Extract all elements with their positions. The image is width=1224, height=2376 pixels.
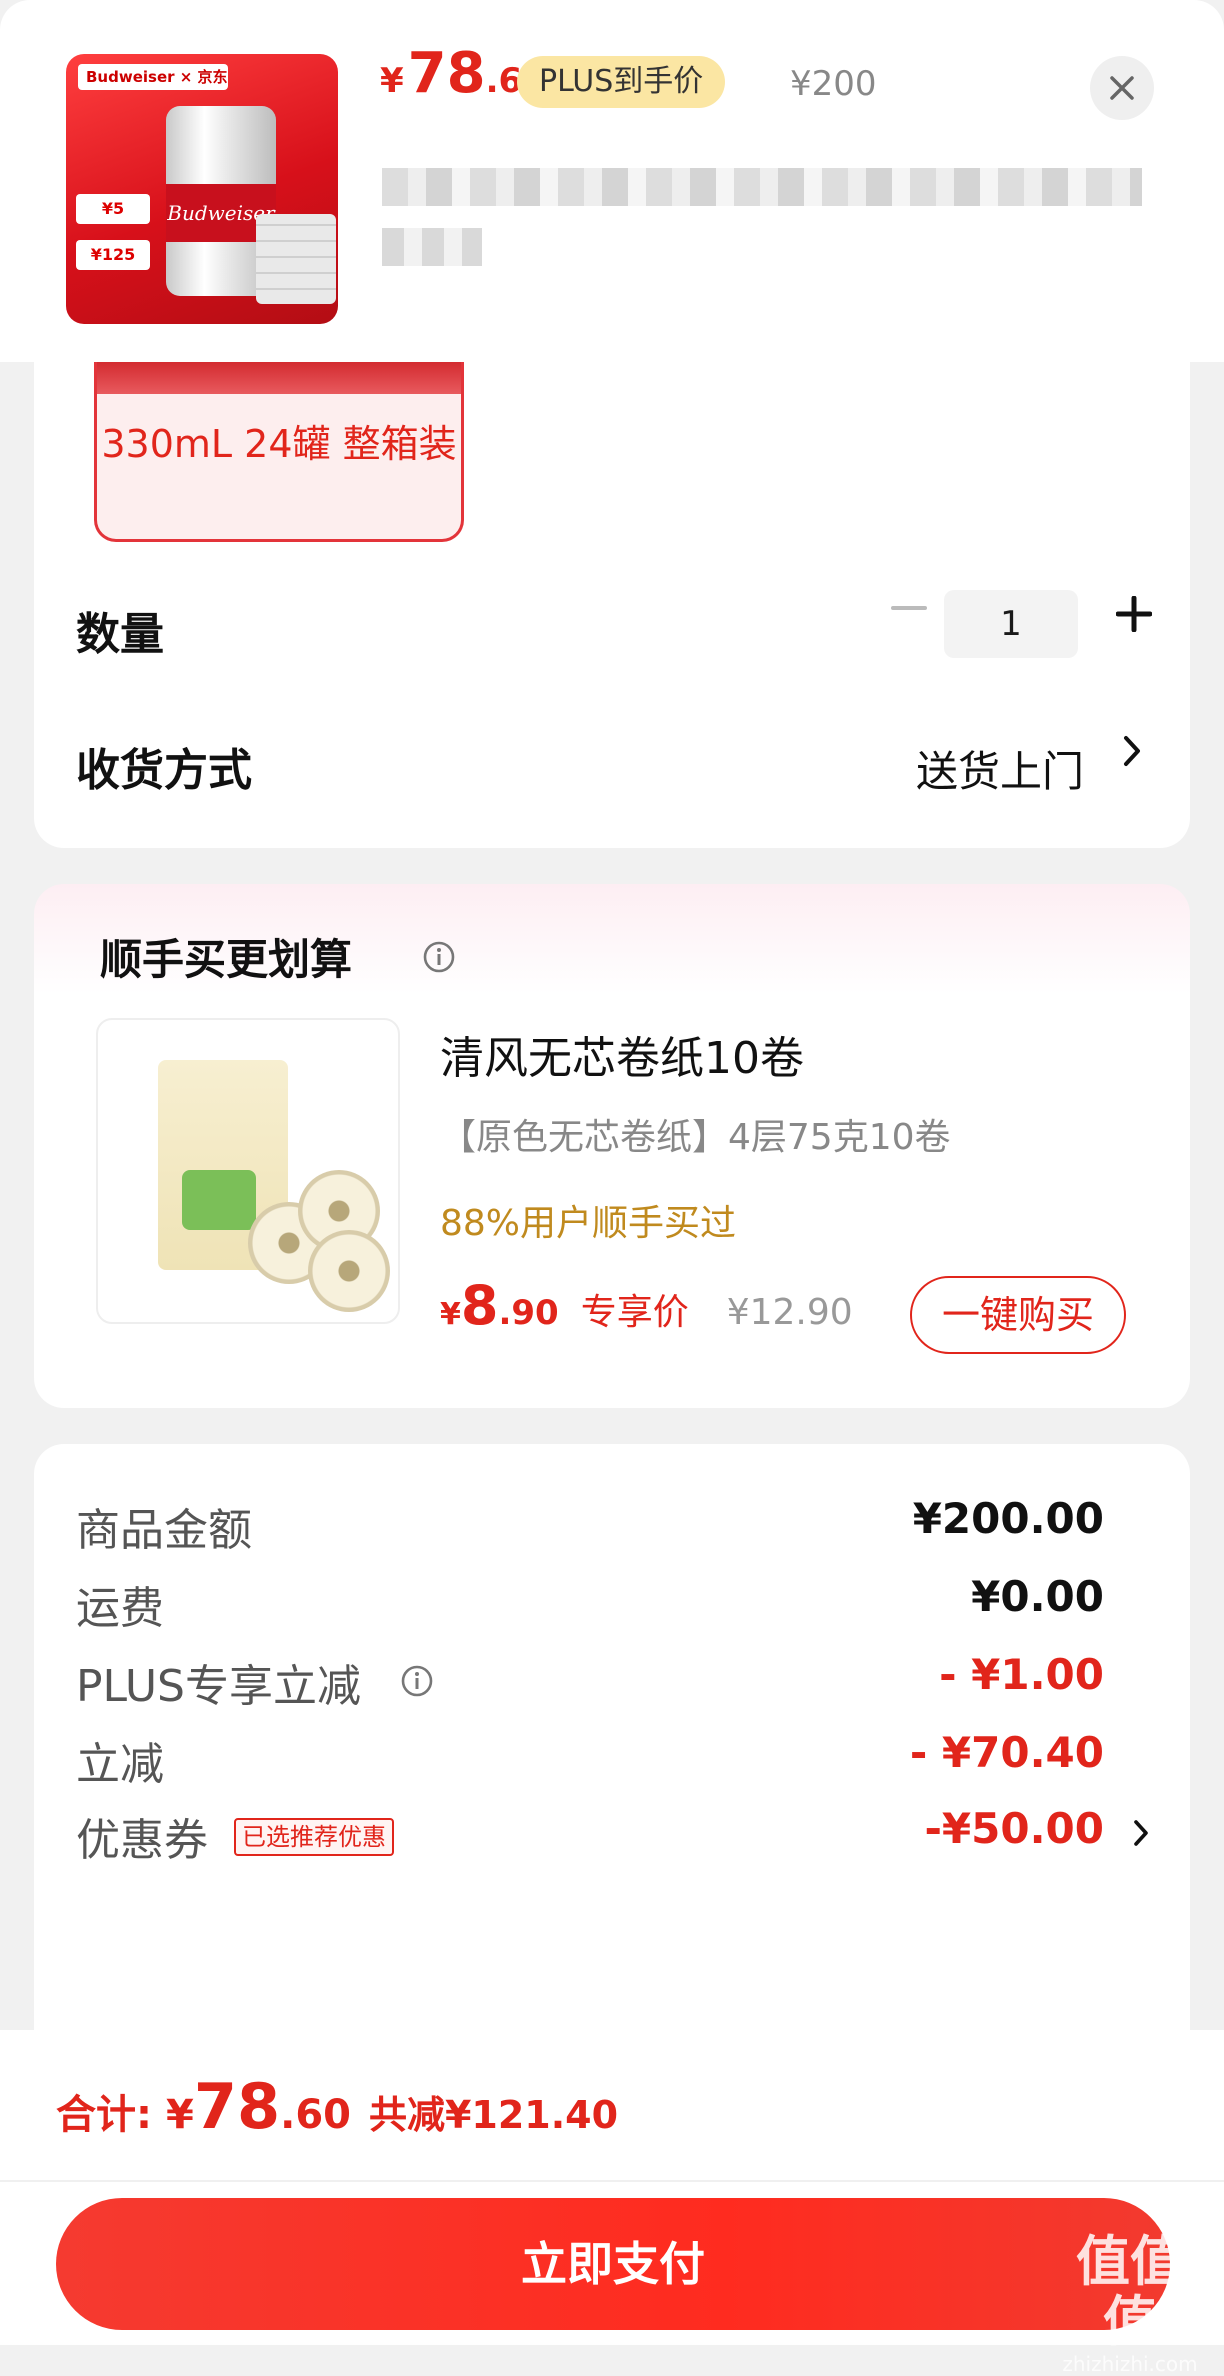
total-integer: 78 [193,2070,281,2143]
summary-row-coupon[interactable]: 优惠券 已选推荐优惠 -¥50.00 [34,1794,1190,1874]
thumbnail-tag-1: ¥5 [76,194,150,224]
summary-label: PLUS专享立减 [76,1661,361,1712]
price-currency: ¥ [380,61,404,101]
upsell-price-tag: 专享价 [580,1292,689,1333]
summary-value: ¥0.00 [971,1572,1104,1621]
spec-chip-image-strip [97,362,461,394]
blurred-line-2 [382,228,482,266]
checkout-bar: 合计: ¥ 78 .60 共减¥121.40 立即支付 [0,2030,1224,2345]
quantity-increase-button[interactable] [1104,584,1164,644]
total-decimal: .60 [280,2092,351,2138]
plus-price: ¥ 78 .6 [380,46,522,116]
summary-label: 立减 [76,1739,164,1790]
upsell-buyers-stat: 88%用户顺手买过 [440,1203,737,1244]
minus-icon [891,606,927,610]
order-options-card: 330mL 24罐 整箱装 数量 1 收货方式 送货上门 [34,362,1190,848]
spec-option-label: 330mL 24罐 整箱装 [101,422,457,466]
upsell-card: 顺手买更划算 清风无芯卷纸10卷 【原色无芯卷纸】4层75克10卷 88%用户顺… [34,884,1190,1408]
plus-price-badge: PLUS到手价 [517,56,726,108]
watermark-url: zhizhizhi.com [1062,2352,1198,2376]
upsell-price-currency: ¥ [440,1297,461,1332]
upsell-price-integer: 8 [460,1274,499,1337]
chevron-right-icon [1124,736,1140,766]
summary-value: -¥50.00 [924,1804,1104,1853]
summary-row-plus-discount: PLUS专享立减 - ¥1.00 [34,1640,1190,1720]
spec-option-selected[interactable]: 330mL 24罐 整箱装 [94,362,464,542]
original-price: ¥200 [790,64,877,104]
product-title-blurred [382,168,1162,286]
summary-row-instant-discount: 立减 - ¥70.40 [34,1718,1190,1798]
tissue-pack-label [182,1170,256,1230]
quantity-decrease-button[interactable] [884,584,934,634]
summary-label: 运费 [76,1583,164,1634]
summary-value: ¥200.00 [912,1494,1104,1543]
watermark-text: 值值值 [1076,2230,1184,2353]
close-button[interactable] [1090,56,1154,120]
upsell-original-price: ¥12.90 [726,1292,853,1333]
summary-label: 商品金额 [76,1505,252,1556]
info-icon[interactable] [400,1664,434,1698]
summary-label: 优惠券 [76,1815,208,1866]
close-icon [1110,76,1134,100]
upsell-product-image[interactable] [96,1018,400,1324]
summary-value: - ¥70.40 [909,1728,1104,1777]
delivery-method-value[interactable]: 送货上门 [916,738,1084,799]
quantity-input[interactable]: 1 [944,590,1078,658]
summary-value: - ¥1.00 [939,1650,1104,1699]
summary-row-subtotal: 商品金额 ¥200.00 [34,1484,1190,1564]
product-thumbnail: Budweiser × 京东 ¥5 ¥125 Budweiser [66,54,338,324]
price-summary-card: 商品金额 ¥200.00 运费 ¥0.00 PLUS专享立减 - ¥1.00 立… [34,1444,1190,2064]
total-currency: ¥ [166,2092,194,2138]
divider [0,2180,1224,2182]
summary-row-shipping: 运费 ¥0.00 [34,1562,1190,1642]
quantity-label: 数量 [76,609,164,660]
delivery-method-label: 收货方式 [76,745,252,796]
pay-now-button[interactable]: 立即支付 [56,2198,1170,2330]
total-label: 合计: [56,2092,152,2138]
one-click-buy-button[interactable]: 一键购买 [910,1276,1126,1354]
price-integer: 78 [407,41,486,106]
site-watermark: 值值值 zhizhizhi.com [1050,2232,1210,2376]
tissue-roll-image [308,1230,390,1312]
thumbnail-brand-bar: Budweiser × 京东 [78,64,228,90]
delivery-chevron[interactable] [1122,732,1142,778]
chevron-right-icon [1134,1820,1148,1846]
upsell-price: ¥ 8 .90 专享价 ¥12.90 [440,1274,853,1337]
coupon-recommended-badge: 已选推荐优惠 [234,1818,394,1856]
blurred-line-1 [382,168,1142,206]
plus-icon [1116,596,1152,632]
order-total: 合计: ¥ 78 .60 共减¥121.40 [56,2070,618,2143]
upsell-product-desc: 【原色无芯卷纸】4层75克10卷 [440,1117,951,1158]
beer-boxes-image [256,214,336,304]
thumbnail-tag-2: ¥125 [76,240,150,270]
upsell-price-decimal: .90 [498,1293,559,1333]
product-header: Budweiser × 京东 ¥5 ¥125 Budweiser ¥ 78 .6… [0,0,1224,362]
upsell-title: 顺手买更划算 [100,935,353,984]
total-saved: 共减¥121.40 [368,2093,619,2137]
info-icon[interactable] [422,940,456,974]
upsell-product-name[interactable]: 清风无芯卷纸10卷 [440,1022,804,1086]
